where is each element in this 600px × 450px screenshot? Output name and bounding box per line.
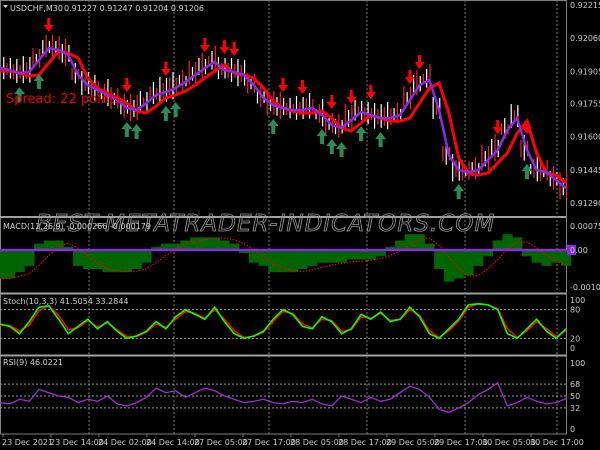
price-tick-label: 0.91445 (570, 166, 600, 175)
macd-histogram-bar (112, 250, 123, 273)
buy-arrow-icon (355, 126, 367, 142)
macd-histogram-bar (463, 250, 474, 276)
macd-histogram-bar (219, 240, 230, 250)
metatrader-chart: 0.92215 0.92060 0.91905 0.91755 0.91600 0.914… (0, 0, 600, 447)
buy-arrow-icon (336, 141, 348, 157)
price-tick-label: 0.92215 (570, 1, 600, 10)
macd-tick-label: -0.001025 (570, 283, 600, 292)
macd-histogram-bar (443, 250, 455, 282)
macd-histogram-bar (92, 250, 103, 269)
macd-histogram-bar (453, 250, 464, 279)
macd-histogram-bar (287, 250, 298, 273)
macd-histogram-bar (190, 237, 201, 250)
macd-histogram-bar (209, 237, 220, 250)
sell-arrow-icon (297, 79, 308, 94)
time-tick-label: 29 Dec 05:00 (386, 438, 440, 447)
time-tick-label: 30 Dec 17:00 (530, 438, 584, 447)
macd-histogram-bar (414, 234, 425, 250)
macd-histogram-bar (326, 250, 337, 263)
macd-tick-label: 0.000759 (570, 222, 600, 231)
macd-histogram-bar (4, 250, 15, 279)
stoch-tick-label: 80 (570, 306, 580, 315)
macd-histogram-bar (82, 250, 94, 269)
sell-arrow-icon (160, 61, 171, 76)
sell-arrow-icon (326, 94, 337, 109)
time-tick-label: 23 Dec 2021 (2, 438, 53, 447)
macd-histogram-bar (307, 250, 318, 266)
sell-arrow-icon (219, 40, 230, 55)
price-tick-label: 0.92060 (570, 34, 600, 43)
sell-arrow-icon (278, 78, 288, 93)
buy-arrow-icon (14, 87, 26, 103)
stoch-main-line (0, 302, 567, 340)
time-tick-label: 28 Dec 05:00 (290, 438, 344, 447)
time-tick-label: 24 Dec 14:00 (146, 438, 200, 447)
buy-arrow-icon (131, 123, 143, 139)
macd-histogram-bar (551, 250, 562, 263)
buy-arrow-icon (375, 132, 387, 148)
macd-histogram-bar (473, 250, 484, 266)
stoch-tick-label: 0 (570, 344, 575, 353)
macd-histogram-bar (404, 234, 416, 250)
price-tick-label: 0.91600 (570, 133, 600, 142)
sell-arrow-icon (229, 42, 240, 57)
macd-histogram-bar (395, 240, 406, 250)
macd-histogram-bar (53, 240, 64, 250)
slow-ma-line (0, 49, 567, 185)
price-tick-label: 0.91905 (570, 67, 600, 76)
time-tick-label: 29 Dec 17:00 (434, 438, 488, 447)
macd-histogram-bar (297, 250, 308, 269)
macd-histogram-bar (14, 250, 25, 273)
time-tick-label: 23 Dec 14:00 (50, 438, 104, 447)
macd-histogram-bar (336, 250, 347, 263)
macd-histogram-bar (199, 237, 211, 250)
macd-histogram-bar (365, 250, 377, 260)
sell-arrow-icon (121, 78, 132, 93)
macd-histogram-bar (121, 250, 133, 273)
macd-tick-label: 0.00 (570, 246, 588, 255)
symbol-menu-icon (3, 5, 8, 8)
rsi-tick-label: 68 (570, 380, 580, 389)
time-tick-label: 30 Dec 05:00 (482, 438, 536, 447)
macd-histogram-bar (317, 250, 328, 263)
sell-arrow-icon (414, 55, 425, 70)
macd-histogram-bar (492, 240, 503, 250)
macd-histogram-bar (24, 250, 35, 266)
buy-arrow-icon (160, 105, 172, 121)
macd-histogram-bar (346, 250, 357, 260)
sell-arrow-icon (43, 18, 54, 33)
macd-histogram-bar (541, 250, 552, 266)
sell-arrow-icon (199, 37, 210, 52)
price-tick-label: 0.91290 (570, 199, 600, 208)
macd-histogram-bar (258, 250, 269, 266)
rsi-tick-label: 50 (570, 392, 580, 401)
macd-histogram-bar (43, 240, 54, 250)
time-tick-label: 27 Dec 17:00 (242, 438, 296, 447)
macd-histogram-bar (73, 250, 84, 266)
macd-histogram-bar (180, 240, 191, 250)
macd-histogram-bar (0, 250, 6, 279)
buy-arrow-icon (170, 102, 182, 118)
macd-histogram-bar (434, 250, 445, 269)
buy-arrow-icon (453, 184, 465, 200)
time-tick-label: 28 Dec 17:00 (338, 438, 392, 447)
rsi-tick-label: 0 (570, 425, 575, 434)
time-tick-label: 27 Dec 05:00 (194, 438, 248, 447)
macd-histogram-bar (502, 234, 513, 250)
stoch-tick-label: 100 (570, 296, 585, 305)
macd-histogram-bar (131, 250, 142, 269)
buy-arrow-icon (326, 138, 338, 154)
macd-histogram-bar (531, 250, 542, 263)
macd-histogram-bar (512, 237, 523, 250)
rsi-tick-label: 32 (570, 404, 580, 413)
stoch-tick-label: 20 (570, 334, 580, 343)
buy-arrow-icon (121, 122, 133, 138)
time-tick-label: 24 Dec 02:00 (98, 438, 152, 447)
macd-histogram-bar (278, 250, 289, 273)
rsi-tick-label: 100 (570, 359, 585, 368)
macd-histogram-bar (141, 250, 152, 263)
macd-histogram-bar (356, 250, 367, 260)
price-tick-label: 0.91755 (570, 100, 600, 109)
